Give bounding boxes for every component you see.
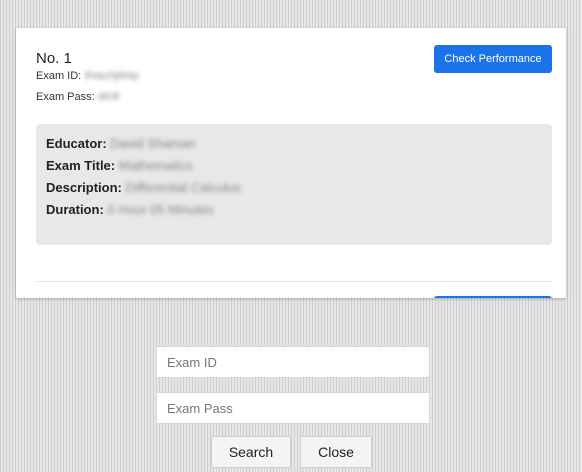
duration-label: Duration: [46,202,104,217]
exam-id-value: 9Vachj6t4p [84,70,139,82]
educator-label: Educator: [46,136,107,151]
description-value: Differential Calculus [125,180,241,195]
exam-number: No. 1 [36,50,72,67]
educator-value: David Shaman [110,136,196,151]
next-check-performance-button[interactable] [434,296,552,298]
check-performance-button[interactable]: Check Performance [434,45,552,73]
description-label: Description: [46,180,122,195]
card-divider [36,281,552,282]
exam-info-panel: Educator: David Shaman Exam Title: Mathe… [36,124,552,245]
exam-title-label: Exam Title: [46,158,116,173]
duration-row: Duration: 0 Hour 05 Minutes [46,202,214,217]
close-button[interactable]: Close [300,436,372,468]
exam-card: No. 1 Exam ID: 9Vachj6t4p Exam Pass: d03… [16,28,566,298]
exam-pass-input[interactable] [156,392,430,424]
duration-value: 0 Hour 05 Minutes [107,202,214,217]
search-button[interactable]: Search [211,436,291,468]
exam-title-value: Mathematics [118,158,193,173]
description-row: Description: Differential Calculus [46,180,241,195]
exam-id-label: Exam ID: [36,70,82,82]
educator-row: Educator: David Shaman [46,136,196,151]
exam-pass-line: Exam Pass: d03f [36,91,119,103]
exam-id-line: Exam ID: 9Vachj6t4p [36,70,139,82]
exam-id-input[interactable] [156,346,430,378]
exam-title-row: Exam Title: Mathematics [46,158,192,173]
exam-pass-value: d03f [97,91,120,103]
exam-pass-label: Exam Pass: [36,91,95,103]
